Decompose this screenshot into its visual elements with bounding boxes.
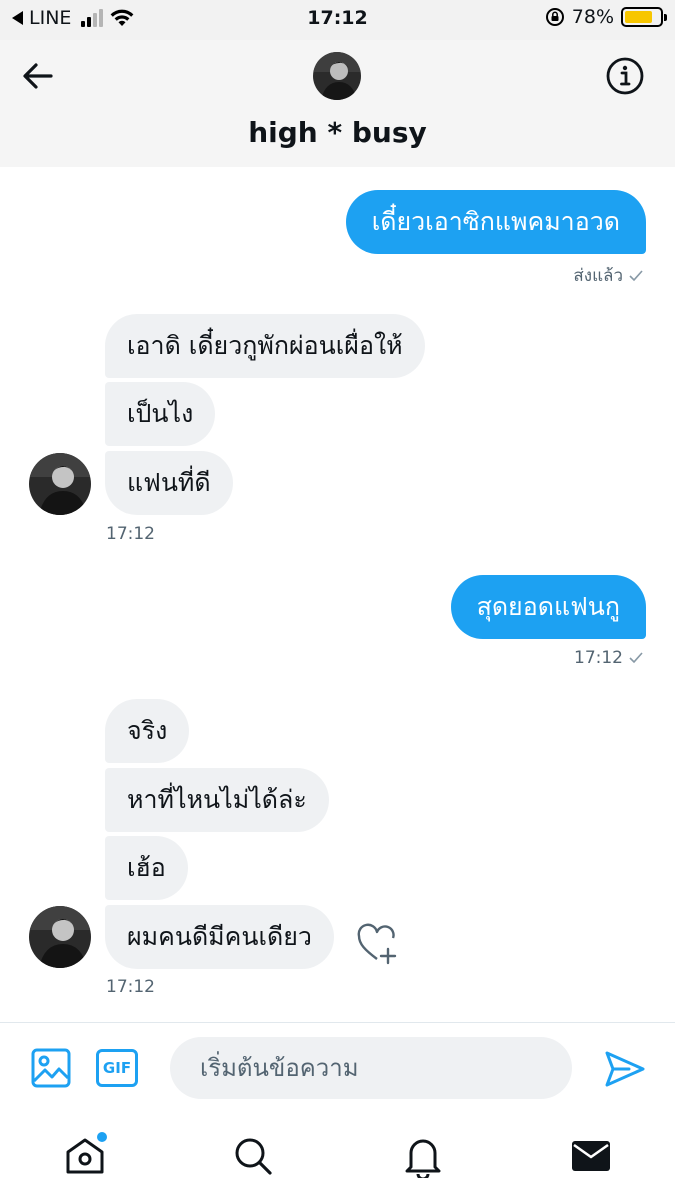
received-message[interactable]: แฟนที่ดี [105,451,233,515]
send-button[interactable] [603,1047,647,1091]
orientation-lock-icon [545,8,564,26]
message-input[interactable] [170,1037,572,1099]
sent-message[interactable]: สุดยอดแฟนกู [450,575,646,639]
received-message[interactable]: ผมคนดีมีคนเดียว [105,905,334,969]
battery-icon [621,7,667,27]
sender-avatar[interactable] [29,906,91,968]
message-composer: GIF [0,1022,675,1112]
header-avatar[interactable] [313,52,361,100]
react-heart-button[interactable] [355,922,399,966]
image-icon[interactable] [30,1047,72,1089]
search-icon[interactable] [233,1136,273,1176]
status-bar-right: 78% [545,6,667,28]
messages-icon[interactable] [571,1139,611,1173]
gif-icon[interactable]: GIF [96,1049,138,1087]
send-icon[interactable] [603,1047,647,1091]
gif-label: GIF [102,1059,132,1077]
info-button[interactable] [605,56,645,96]
sent-timestamp: 17:12 [574,648,623,668]
message-timestamp: 17:12 [106,524,155,544]
received-message[interactable]: หาที่ไหนไม่ได้ล่ะ [105,768,329,832]
received-message[interactable]: จริง [105,699,190,763]
conversation-title[interactable]: high * busy [0,116,675,149]
status-bar: LINE 17:12 78% [0,0,675,40]
sender-avatar[interactable] [29,453,91,515]
conversation-header: high * busy [0,40,675,167]
back-button[interactable] [18,56,58,96]
sent-status-label: ส่งแล้ว [573,266,623,286]
received-message[interactable]: เฮ้อ [105,836,188,900]
nav-search[interactable] [229,1132,277,1180]
message-status: ส่งแล้ว [573,262,643,289]
battery-fill [625,11,652,23]
battery-percent: 78% [571,6,614,28]
nav-notifications[interactable] [399,1132,447,1180]
info-icon[interactable] [605,56,645,96]
back-arrow-icon[interactable] [21,61,55,91]
check-icon [629,652,643,664]
sent-message[interactable]: เดี๋ยวเอาซิกแพคมาอวด [345,190,646,254]
bottom-navigation [0,1112,675,1200]
add-image-button[interactable] [30,1047,72,1089]
heart-plus-icon[interactable] [355,922,399,966]
notifications-icon[interactable] [403,1134,443,1178]
received-message[interactable]: เป็นไง [105,382,216,446]
nav-messages[interactable] [567,1132,615,1180]
message-status: 17:12 [574,648,643,668]
check-icon [629,269,643,281]
nav-home[interactable] [61,1132,109,1180]
message-timestamp: 17:12 [106,977,155,997]
received-message[interactable]: เอาดิ เดี๋ยวกูพักผ่อนเผื่อให้ [105,314,425,378]
notification-dot [97,1132,107,1142]
